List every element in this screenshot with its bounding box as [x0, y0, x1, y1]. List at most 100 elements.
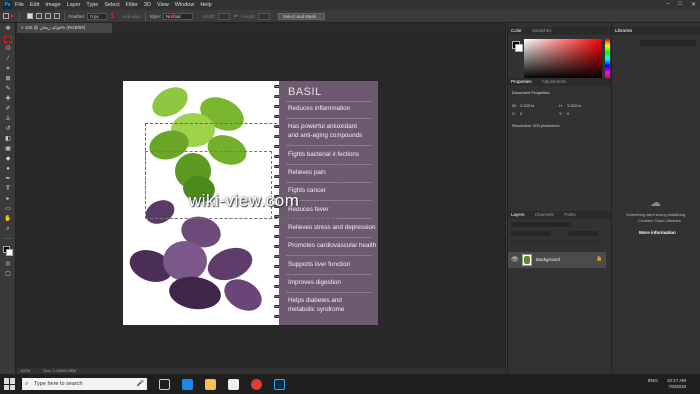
start-button[interactable] [4, 378, 16, 390]
lock-row[interactable] [511, 240, 601, 245]
store-icon[interactable] [228, 378, 239, 390]
tab-adjustments[interactable]: Adjustments [542, 79, 567, 84]
menu-window[interactable]: Window [175, 2, 195, 8]
document-tab[interactable]: × فوائد ریحان @ 100% (RGB/8#) [17, 23, 112, 33]
y-value[interactable]: 0 [567, 111, 569, 116]
add-selection-icon[interactable] [35, 13, 42, 19]
tab-paths[interactable]: Paths [564, 212, 576, 217]
healing-brush-icon[interactable]: ✚ [4, 96, 12, 103]
dodge-icon[interactable]: ● [4, 166, 12, 173]
tab-layers[interactable]: Layers [511, 212, 525, 217]
document-tab-close[interactable]: × [21, 25, 24, 30]
layer-name[interactable]: Background [536, 257, 560, 262]
type-tool-icon[interactable]: T [4, 186, 12, 193]
path-select-icon[interactable]: ▸ [4, 196, 12, 203]
visibility-eye-icon[interactable]: 👁 [511, 256, 519, 263]
clock-date[interactable]: 7/6/2019 [667, 384, 686, 390]
menu-edit[interactable]: Edit [30, 2, 39, 8]
swap-icon[interactable]: ⇄ [234, 13, 238, 19]
style-select[interactable]: Normal [162, 12, 193, 20]
quick-mask-icon[interactable]: ◎ [4, 261, 12, 268]
quick-select-icon[interactable]: ⁄ [4, 56, 12, 63]
task-view-icon[interactable] [159, 378, 170, 390]
menu-layer[interactable]: Layer [67, 2, 81, 8]
history-brush-icon[interactable]: ↺ [4, 126, 12, 133]
x-value[interactable]: 0 [520, 111, 522, 116]
tab-libraries[interactable]: Libraries [615, 28, 632, 33]
tab-color[interactable]: Color [511, 28, 522, 33]
eraser-icon[interactable]: ◧ [4, 136, 12, 143]
zoom-level[interactable]: 100% [20, 368, 30, 373]
tab-channels[interactable]: Channels [535, 212, 554, 217]
rect-marquee-tool-icon[interactable] [4, 36, 12, 43]
more-information-link[interactable]: More information [639, 230, 676, 235]
language-indicator[interactable]: ENG [648, 378, 658, 383]
opacity-input[interactable] [568, 231, 598, 236]
basil-title: BASIL [288, 86, 322, 98]
layer-filter-input[interactable] [511, 222, 571, 227]
close-button[interactable]: ✕ [691, 1, 696, 8]
menu-type[interactable]: Type [86, 2, 98, 8]
height-value[interactable]: 3.333 in [567, 103, 581, 108]
gradient-icon[interactable]: ▣ [4, 146, 12, 153]
file-explorer-icon[interactable] [205, 378, 216, 390]
library-error-line2: Creative Cloud Libraries [638, 218, 681, 223]
chrome-icon[interactable] [251, 378, 262, 390]
feather-input[interactable]: 0 px [87, 12, 108, 20]
select-and-mask-button[interactable]: Select and Mask... [277, 12, 325, 20]
pen-tool-icon[interactable]: ✒ [4, 176, 12, 183]
divider [286, 292, 372, 293]
menu-3d[interactable]: 3D [144, 2, 151, 8]
cloud-error-icon: ☁ [650, 197, 661, 209]
window-controls: – □ ✕ [666, 1, 696, 8]
color-picker-field[interactable] [524, 39, 602, 79]
new-selection-icon[interactable] [26, 13, 33, 19]
taskbar-search-box[interactable]: ⌕ Type here to search 🎤 [22, 378, 147, 390]
blend-mode-select[interactable] [511, 231, 551, 236]
photoshop-window: Ps File Edit Image Layer Type Select Fil… [0, 0, 700, 394]
tab-properties[interactable]: Properties [511, 79, 532, 84]
height-input[interactable] [257, 12, 270, 20]
tab-swatches[interactable]: Swatches [532, 28, 552, 33]
move-tool-icon[interactable]: ✥ [4, 26, 12, 33]
layer-row-background[interactable]: 👁 Background 🔒 [508, 252, 606, 268]
brush-tool-icon[interactable]: ✐ [4, 106, 12, 113]
width-value[interactable]: 3.333 in [520, 103, 534, 108]
photoshop-taskbar-icon[interactable] [274, 378, 285, 390]
eyedropper-icon[interactable]: ✎ [4, 86, 12, 93]
maximize-button[interactable]: □ [678, 1, 682, 8]
subtract-selection-icon[interactable] [44, 13, 51, 19]
screen-mode-icon[interactable]: ▢ [4, 271, 12, 278]
doc-properties-label: Document Properties [512, 90, 550, 95]
hue-slider[interactable] [605, 39, 610, 79]
library-select[interactable] [640, 40, 696, 46]
edge-icon[interactable] [182, 378, 193, 390]
frame-tool-icon[interactable]: ⊠ [4, 76, 12, 83]
more-tools-icon[interactable]: ··· [4, 236, 12, 243]
color-bg-swatch[interactable] [515, 44, 523, 52]
divider [286, 237, 372, 238]
blur-icon[interactable]: ◆ [4, 156, 12, 163]
benefit-item: Promotes cardiovascular health [288, 242, 377, 249]
rectangle-tool-icon[interactable]: ▭ [4, 206, 12, 213]
menu-view[interactable]: View [157, 2, 169, 8]
menu-image[interactable]: Image [45, 2, 60, 8]
menu-filter[interactable]: Filter [126, 2, 138, 8]
intersect-selection-icon[interactable] [53, 13, 60, 19]
menu-file[interactable]: File [15, 2, 24, 8]
document-canvas[interactable]: BASIL Reduces inflammation Has powerful … [123, 81, 378, 325]
hand-tool-icon[interactable]: ✋ [4, 216, 12, 223]
antialias-checkbox[interactable]: Anti-alias [122, 14, 141, 19]
minimize-button[interactable]: – [666, 1, 669, 8]
crop-tool-icon[interactable]: ⌗ [4, 66, 12, 73]
clone-stamp-icon[interactable]: ♙ [4, 116, 12, 123]
rect-marquee-icon[interactable] [3, 13, 9, 19]
menu-help[interactable]: Help [200, 2, 211, 8]
microphone-icon[interactable]: 🎤 [137, 378, 144, 390]
doc-size: Doc: 1.10M/1.08M [43, 368, 77, 373]
width-input[interactable] [217, 12, 230, 20]
document-tab-title: فوائد ریحان @ 100% (RGB/8#) [24, 25, 86, 30]
menu-select[interactable]: Select [104, 2, 119, 8]
background-color-swatch[interactable] [6, 249, 13, 256]
zoom-tool-icon[interactable]: ⌕ [4, 226, 12, 233]
